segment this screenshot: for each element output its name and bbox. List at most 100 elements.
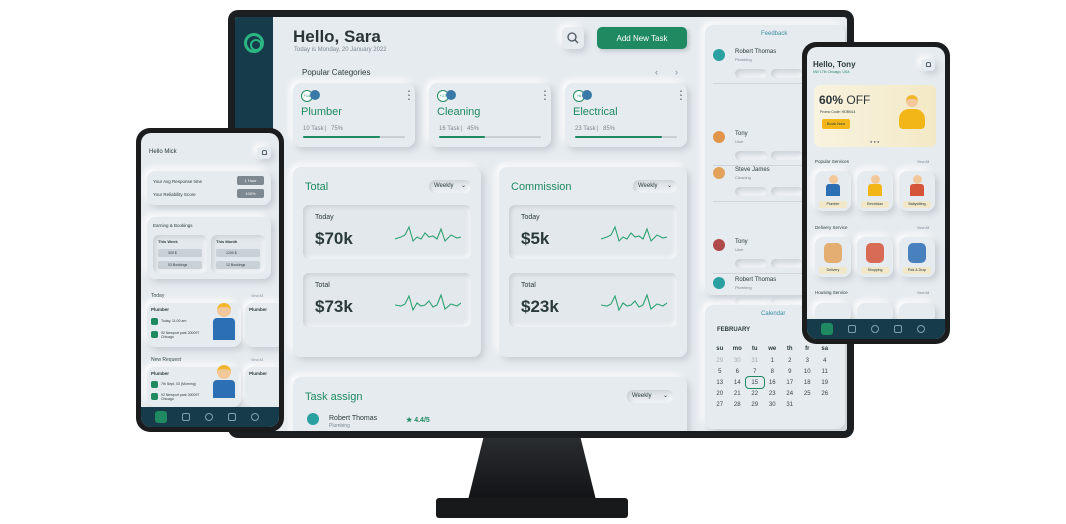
calendar-day[interactable]: 27	[711, 399, 729, 410]
calendar-day[interactable]: 8	[764, 366, 782, 377]
calendar-day[interactable]: 30	[764, 399, 782, 410]
request-card-2[interactable]: Plumber	[245, 367, 279, 407]
today-task-card-2[interactable]: Plumber	[245, 303, 279, 347]
search-icon	[567, 32, 579, 44]
housing-view-all-link[interactable]: View All	[917, 291, 929, 295]
commission-period-value: Weekly	[638, 183, 658, 189]
month-amount: 1200 $	[216, 249, 260, 257]
calendar-day[interactable]: 5	[711, 366, 729, 377]
calendar-day[interactable]: 29	[711, 355, 729, 366]
delivery-label: Shopping	[861, 267, 889, 274]
feedback-name: Tony	[735, 239, 748, 245]
calendar-day[interactable]: 3	[799, 355, 817, 366]
week-amount: 300 $	[158, 249, 202, 257]
commission-total-value: $23k	[521, 297, 559, 316]
prev-arrow-icon[interactable]: ‹	[655, 67, 658, 77]
calendar-day[interactable]: 23	[764, 388, 782, 399]
today-view-all-link[interactable]: View All	[251, 294, 263, 298]
calendar-day[interactable]: 15	[745, 376, 765, 389]
profile-icon[interactable]	[917, 325, 925, 333]
calendar-day[interactable]: 7	[746, 366, 764, 377]
delivery-view-all-link[interactable]: View All	[917, 226, 929, 230]
popular-view-all-link[interactable]: View All	[917, 160, 929, 164]
task-assign-period-select[interactable]: Weekly ⌄	[627, 390, 673, 403]
chart-icon[interactable]	[894, 325, 902, 333]
calendar-day[interactable]: 6	[729, 366, 747, 377]
calendar-day[interactable]: 20	[711, 388, 729, 399]
chart-icon[interactable]	[228, 413, 236, 421]
calendar-day[interactable]	[799, 399, 817, 410]
delivery-label: Delivery	[819, 267, 847, 274]
earning-title: Earning & Bookings	[153, 223, 193, 228]
feedback-rating-field	[771, 151, 803, 160]
calendar-day[interactable]: 2	[781, 355, 799, 366]
commission-period-select[interactable]: Weekly ⌄	[633, 180, 677, 193]
calendar-day[interactable]: 21	[729, 388, 747, 399]
calendar-day[interactable]: 4	[816, 355, 834, 366]
category-card[interactable]: +14 ⋮ Plumber 10 Task | 75%	[293, 83, 415, 147]
calendar-day[interactable]: 18	[799, 377, 817, 388]
promo-banner[interactable]: 60% OFF Promo Code: HDBN14 Book Now ● ● …	[814, 85, 936, 147]
total-period-select[interactable]: Weekly ⌄	[429, 180, 471, 193]
delivery-card[interactable]: Pick & Drop	[899, 237, 935, 277]
delivery-card[interactable]: Shopping	[857, 237, 893, 277]
home-icon[interactable]	[821, 323, 833, 335]
calendar-day[interactable]: 1	[764, 355, 782, 366]
book-now-button[interactable]: Book Now	[822, 119, 850, 129]
calendar-day[interactable]: 17	[781, 377, 799, 388]
calendar-icon[interactable]	[182, 413, 190, 421]
chat-icon[interactable]	[871, 325, 879, 333]
profile-icon[interactable]	[251, 413, 259, 421]
this-month-panel: This Month 1200 $ 12 Bookings	[211, 235, 265, 273]
service-card[interactable]: Plumber	[815, 171, 851, 211]
service-card[interactable]: Babysitting	[899, 171, 935, 211]
category-card[interactable]: +6 ⋮ Electrical 23 Task | 85%	[565, 83, 687, 147]
calendar-day[interactable]: 31	[746, 355, 764, 366]
calendar-day[interactable]: 9	[781, 366, 799, 377]
calendar-day[interactable]: 11	[816, 366, 834, 377]
calendar-day[interactable]: 16	[764, 377, 782, 388]
category-percent: 85%	[603, 126, 616, 132]
calendar-day[interactable]: 24	[781, 388, 799, 399]
today-task-card[interactable]: Plumber Today, 11:00 am 92 Newport park …	[147, 303, 241, 347]
feedback-role: Plumbing	[735, 57, 752, 62]
worker-illustration	[896, 95, 928, 135]
calendar-day[interactable]: 22	[746, 388, 764, 399]
calendar-day[interactable]: 13	[711, 377, 729, 388]
calendar-icon[interactable]	[848, 325, 856, 333]
more-vertical-icon[interactable]: ⋮	[403, 89, 415, 101]
monitor-stand-neck	[468, 438, 596, 500]
carousel-dots[interactable]: ● ● ●	[870, 139, 879, 144]
add-new-task-button[interactable]: Add New Task	[597, 27, 687, 49]
request-card[interactable]: Plumber 7th Sept, 03 (Morning) 92 Newpor…	[147, 365, 241, 407]
search-button[interactable]	[562, 27, 584, 49]
more-vertical-icon[interactable]: ⋮	[539, 89, 551, 101]
chat-icon[interactable]	[205, 413, 213, 421]
calendar-day[interactable]: 30	[729, 355, 747, 366]
gear-logo-icon[interactable]	[244, 33, 264, 53]
calendar-day[interactable]: 28	[729, 399, 747, 410]
next-arrow-icon[interactable]: ›	[675, 67, 678, 77]
this-week-label: This Week	[158, 239, 178, 244]
delivery-card[interactable]: Delivery	[815, 237, 851, 277]
feedback-rating-field	[735, 151, 767, 160]
avatar	[713, 167, 725, 179]
calendar-day[interactable]	[816, 399, 834, 410]
calendar-day[interactable]: 10	[799, 366, 817, 377]
calendar-day[interactable]: 25	[799, 388, 817, 399]
more-vertical-icon[interactable]: ⋮	[675, 89, 687, 101]
service-card[interactable]: Electrician	[857, 171, 893, 211]
bell-icon[interactable]	[257, 147, 271, 159]
calendar-day[interactable]: 26	[816, 388, 834, 399]
calendar-day[interactable]: 31	[781, 399, 799, 410]
home-icon[interactable]	[155, 411, 167, 423]
task-assign-role: Plumbing	[329, 423, 350, 429]
request-view-all-link[interactable]: View All	[251, 358, 263, 362]
calendar-day[interactable]: 14	[729, 377, 747, 388]
calendar-day[interactable]: 19	[816, 377, 834, 388]
delivery-illustration	[824, 243, 842, 263]
new-request-title: New Request	[151, 357, 182, 363]
calendar-day[interactable]: 29	[746, 399, 764, 410]
bell-icon[interactable]	[921, 59, 935, 71]
category-card[interactable]: +17 ⋮ Cleaning 16 Task | 45%	[429, 83, 551, 147]
